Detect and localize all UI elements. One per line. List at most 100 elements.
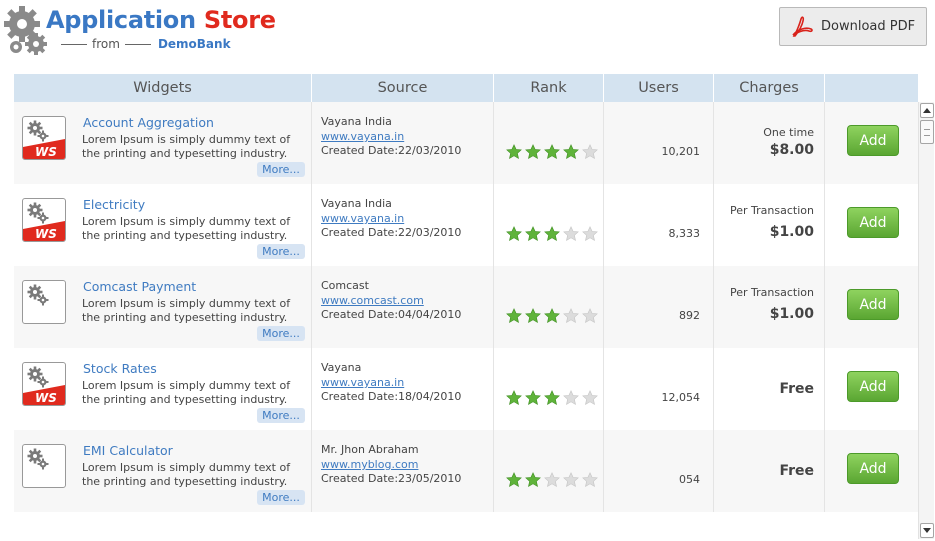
ws-badge-text: WS <box>35 145 57 159</box>
star-filled-icon <box>525 472 541 487</box>
charge-price: Free <box>779 381 814 397</box>
widget-title-link[interactable]: Account Aggregation <box>83 115 214 130</box>
ws-badge-icon: WS <box>23 385 65 405</box>
users-cell: 054 <box>604 430 714 512</box>
widget-title-link[interactable]: Comcast Payment <box>83 279 196 294</box>
star-empty-icon <box>544 472 560 487</box>
widget-cell: WS Stock Rates Lorem Ipsum is simply dummy… <box>14 348 312 430</box>
users-count: 054 <box>679 473 700 486</box>
star-filled-icon <box>525 226 541 241</box>
charges-cell: Per Transaction $1.00 <box>714 184 825 266</box>
source-cell: Comcast www.comcast.com Created Date:04/04… <box>312 266 494 348</box>
scrollbar-thumb[interactable] <box>920 120 934 144</box>
widget-description: Lorem Ipsum is simply dummy text of the … <box>82 215 291 242</box>
rank-stars <box>506 390 601 406</box>
table-row: Comcast Payment Lorem Ipsum is simply dum… <box>14 266 918 348</box>
created-date: Created Date:23/05/2010 <box>321 472 462 485</box>
star-empty-icon <box>582 144 598 159</box>
rank-stars <box>506 144 601 160</box>
source-link[interactable]: www.comcast.com <box>321 294 424 307</box>
rank-cell <box>494 430 604 512</box>
star-filled-icon <box>525 308 541 323</box>
charges-cell: One time $8.00 <box>714 102 825 184</box>
star-empty-icon <box>563 226 579 241</box>
more-link[interactable]: More... <box>257 162 305 177</box>
users-count: 12,054 <box>661 391 701 404</box>
widget-title-link[interactable]: Stock Rates <box>83 361 157 376</box>
rank-stars <box>506 308 601 324</box>
rank-stars <box>506 472 601 488</box>
action-cell: Add <box>825 430 918 512</box>
more-link[interactable]: More... <box>257 326 305 341</box>
add-button[interactable]: Add <box>847 207 899 238</box>
widget-description: Lorem Ipsum is simply dummy text of the … <box>82 297 291 324</box>
ws-badge-text: WS <box>35 391 57 405</box>
star-empty-icon <box>563 308 579 323</box>
source-name: Vayana India <box>321 115 392 128</box>
chevron-up-icon <box>923 108 931 113</box>
scroll-up-button[interactable] <box>920 103 934 118</box>
widget-title-link[interactable]: Electricity <box>83 197 145 212</box>
ws-badge-icon: WS <box>23 139 65 159</box>
download-pdf-button[interactable]: Download PDF <box>779 7 927 46</box>
more-link[interactable]: More... <box>257 490 305 505</box>
users-cell: 8,333 <box>604 184 714 266</box>
widget-title-link[interactable]: EMI Calculator <box>83 443 173 458</box>
source-cell: Vayana India www.vayana.in Created Date:22… <box>312 102 494 184</box>
rank-cell <box>494 348 604 430</box>
source-name: Comcast <box>321 279 369 292</box>
app-subtitle: from DemoBank <box>56 37 231 51</box>
widget-description: Lorem Ipsum is simply dummy text of the … <box>82 379 291 406</box>
add-button[interactable]: Add <box>847 453 899 484</box>
users-cell: 892 <box>604 266 714 348</box>
column-header-users: Users <box>604 74 714 102</box>
source-link[interactable]: www.myblog.com <box>321 458 418 471</box>
star-empty-icon <box>582 226 598 241</box>
rank-cell <box>494 102 604 184</box>
more-link[interactable]: More... <box>257 244 305 259</box>
source-cell: Mr. Jhon Abraham www.myblog.com Created Da… <box>312 430 494 512</box>
scroll-down-button[interactable] <box>920 523 934 538</box>
more-link[interactable]: More... <box>257 408 305 423</box>
star-filled-icon <box>506 390 522 405</box>
source-name: Vayana <box>321 361 362 374</box>
widget-cell: EMI Calculator Lorem Ipsum is simply dumm… <box>14 430 312 512</box>
created-date: Created Date:22/03/2010 <box>321 226 462 239</box>
source-link[interactable]: www.vayana.in <box>321 212 404 225</box>
pdf-icon <box>792 15 813 37</box>
table-header: Widgets Source Rank Users Charges <box>14 74 918 102</box>
star-filled-icon <box>506 144 522 159</box>
star-filled-icon <box>544 144 560 159</box>
star-filled-icon <box>506 226 522 241</box>
source-cell: Vayana India www.vayana.in Created Date:22… <box>312 184 494 266</box>
users-cell: 10,201 <box>604 102 714 184</box>
action-cell: Add <box>825 348 918 430</box>
star-filled-icon <box>525 144 541 159</box>
star-empty-icon <box>582 308 598 323</box>
gear-icon <box>27 284 49 306</box>
gear-icon <box>27 448 49 470</box>
table-row: EMI Calculator Lorem Ipsum is simply dumm… <box>14 430 918 512</box>
subtitle-from: from <box>92 37 120 51</box>
charge-label: Per Transaction <box>730 204 814 217</box>
source-name: Mr. Jhon Abraham <box>321 443 419 456</box>
add-button[interactable]: Add <box>847 125 899 156</box>
add-button[interactable]: Add <box>847 371 899 402</box>
app-title: Application Store <box>46 6 276 34</box>
table-row: WS Stock Rates Lorem Ipsum is simply dummy… <box>14 348 918 430</box>
column-header-source: Source <box>312 74 494 102</box>
column-header-rank: Rank <box>494 74 604 102</box>
add-button[interactable]: Add <box>847 289 899 320</box>
charges-cell: Per Transaction $1.00 <box>714 266 825 348</box>
widget-description: Lorem Ipsum is simply dummy text of the … <box>82 461 291 488</box>
action-cell: Add <box>825 184 918 266</box>
charges-cell: Free <box>714 430 825 512</box>
widget-description: Lorem Ipsum is simply dummy text of the … <box>82 133 291 160</box>
star-filled-icon <box>525 390 541 405</box>
chevron-down-icon <box>923 528 931 533</box>
action-cell: Add <box>825 266 918 348</box>
source-link[interactable]: www.vayana.in <box>321 130 404 143</box>
widget-cell: WS Electricity Lorem Ipsum is simply dummy… <box>14 184 312 266</box>
vertical-scrollbar[interactable] <box>918 102 934 539</box>
source-link[interactable]: www.vayana.in <box>321 376 404 389</box>
